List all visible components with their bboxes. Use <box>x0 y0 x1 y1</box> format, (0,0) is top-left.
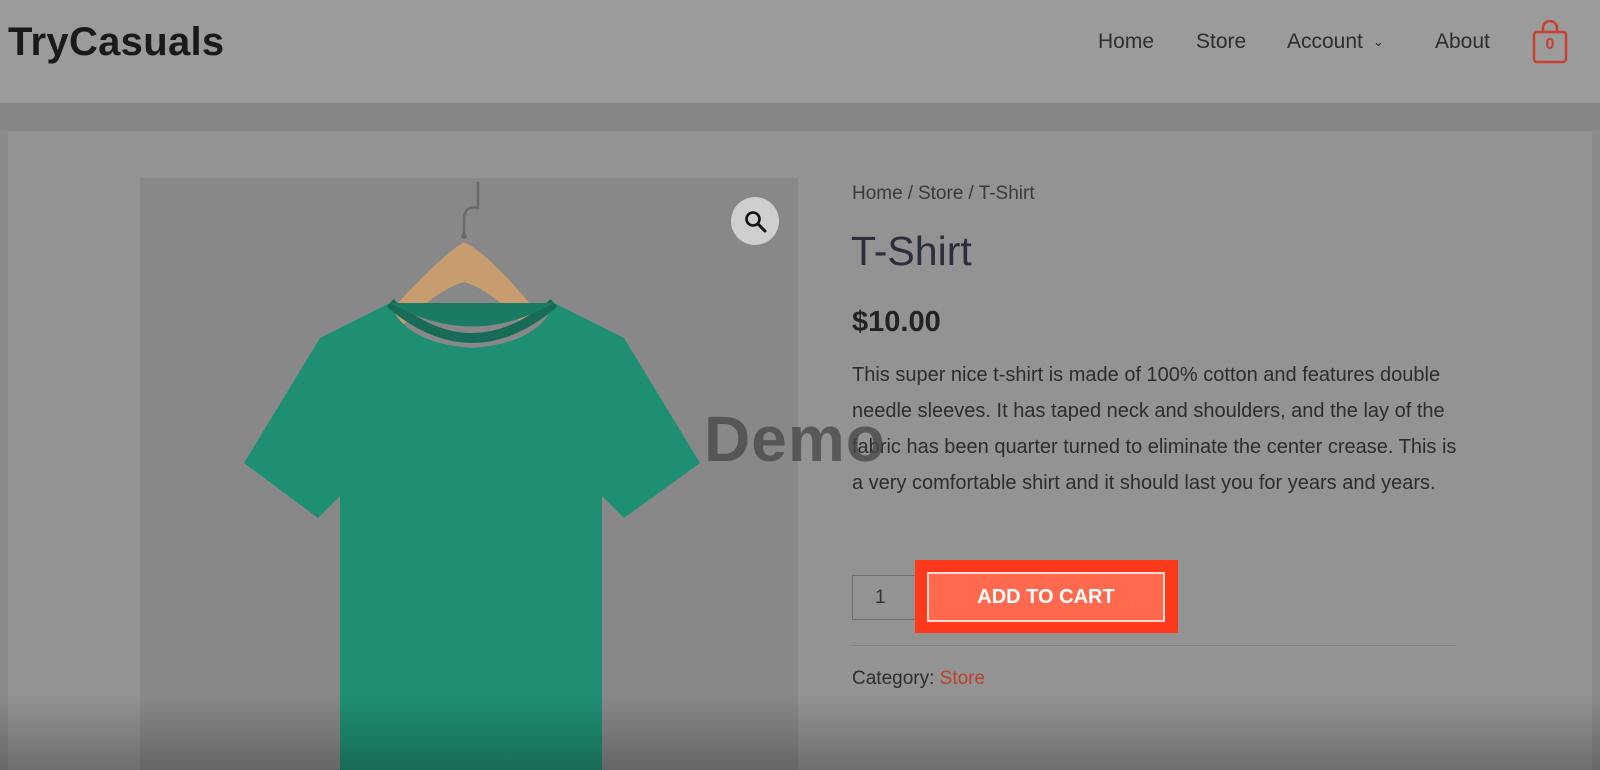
magnifier-icon <box>745 211 767 233</box>
nav-account[interactable]: Account ⌄ <box>1287 30 1384 54</box>
nav-home[interactable]: Home <box>1098 30 1154 54</box>
product-price: $10.00 <box>852 306 941 338</box>
divider <box>852 645 1456 646</box>
nav-account-label: Account <box>1287 30 1363 53</box>
product-category: Category: Store <box>852 668 985 690</box>
zoom-button[interactable] <box>731 197 779 245</box>
breadcrumb: Home / Store / T-Shirt <box>852 183 1035 205</box>
category-label: Category: <box>852 668 935 689</box>
site-logo[interactable]: TryCasuals <box>8 20 224 65</box>
breadcrumb-current: T-Shirt <box>978 183 1035 204</box>
product-description: This super nice t-shirt is made of 100% … <box>852 364 1457 494</box>
breadcrumb-separator: / <box>968 183 974 204</box>
quantity-input[interactable]: 1 <box>852 575 922 620</box>
category-link[interactable]: Store <box>940 668 985 689</box>
nav-store[interactable]: Store <box>1196 30 1246 54</box>
product-title: T-Shirt <box>851 228 972 274</box>
cart-button[interactable]: 0 <box>1532 20 1568 64</box>
nav-about[interactable]: About <box>1435 30 1490 54</box>
product-image[interactable] <box>140 178 798 770</box>
cart-count: 0 <box>1545 36 1555 53</box>
header-spacer <box>0 103 1600 131</box>
breadcrumb-store[interactable]: Store <box>918 183 963 204</box>
tshirt-image <box>244 182 700 770</box>
demo-watermark: Demo <box>704 403 886 475</box>
chevron-down-icon: ⌄ <box>1372 34 1384 50</box>
add-to-cart-button[interactable]: ADD TO CART <box>927 572 1165 622</box>
site-header: TryCasuals Home Store Account ⌄ About 0 <box>0 0 1600 103</box>
breadcrumb-separator: / <box>907 183 913 204</box>
breadcrumb-home[interactable]: Home <box>852 183 903 204</box>
